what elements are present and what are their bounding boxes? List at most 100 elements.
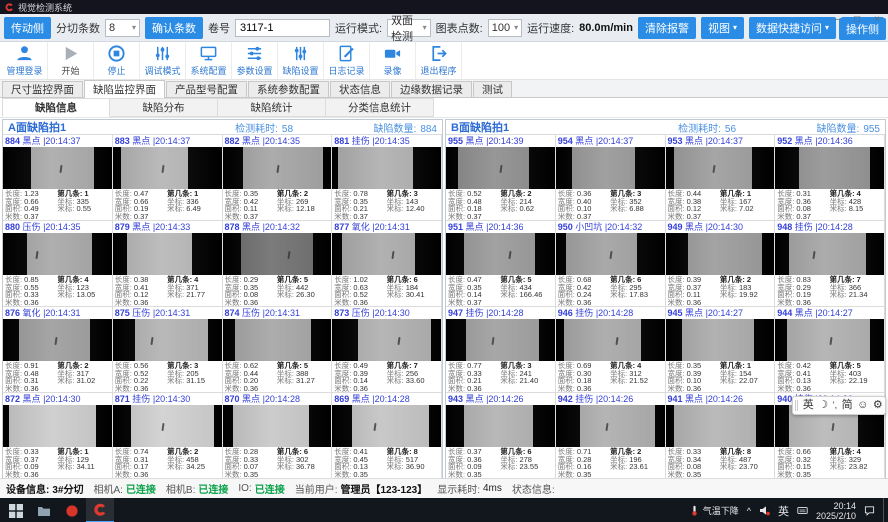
defect-cell[interactable]: 950 小凹坑 |20:14:32长度:0.68宽度:0.42面积:0.24米数… (556, 221, 666, 307)
ime-settings-gear-icon[interactable]: ⚙ (873, 397, 883, 414)
defect-cell[interactable]: 869 黑点 |20:14:28长度:0.41宽度:0.45面积:0.13米数:… (332, 393, 442, 479)
defect-cell[interactable]: 884 黑点 |20:14:37长度:1.23宽度:0.66面积:0.49米数:… (3, 135, 113, 221)
defect-cell[interactable]: 951 黑点 |20:14:36长度:0.47宽度:0.35面积:0.14米数:… (446, 221, 556, 307)
start-button[interactable] (2, 498, 30, 522)
tab-5[interactable]: 边缘数据记录 (391, 81, 472, 97)
defect-cell[interactable]: 877 氧化 |20:14:31长度:1.02宽度:0.63面积:0.52米数:… (332, 221, 442, 307)
defect-cell[interactable]: 873 压伤 |20:14:30长度:0.49宽度:0.39面积:0.14米数:… (332, 307, 442, 393)
minimize-button[interactable]: – (835, 14, 841, 26)
login-action-button[interactable]: 管理登录 (2, 42, 48, 79)
defect-image (556, 319, 665, 361)
defect-cell[interactable]: 954 黑点 |20:14:37长度:0.36宽度:0.40面积:0.10米数:… (556, 135, 666, 221)
strip-count-select[interactable]: 8▾ (105, 19, 140, 37)
defect-cell[interactable]: 945 黑点 |20:14:27长度:0.35宽度:0.39面积:0.10米数:… (666, 307, 776, 393)
panel-b-title: B面缺陷拍1 (451, 119, 509, 135)
defect-settings-action-button[interactable]: 缺陷设置 (278, 42, 324, 79)
run-mode-label: 运行模式: (335, 20, 382, 36)
param-settings-action-button[interactable]: 参数设置 (232, 42, 278, 79)
ime-punctuation-icon[interactable]: ’, (833, 397, 838, 414)
ime-halfwidth-moon-icon[interactable]: ☽ (818, 397, 828, 414)
defect-image (332, 319, 441, 361)
subtab-3[interactable]: 分类信息统计 (326, 98, 434, 117)
run-mode-select[interactable]: 双面检测▾ (387, 19, 431, 37)
ime-mode-english[interactable]: 英 (803, 397, 814, 414)
maximize-button[interactable]: □ (854, 14, 860, 26)
view-menu-button[interactable]: 视图▾ (701, 17, 744, 39)
tab-3[interactable]: 系统参数配置 (248, 81, 329, 97)
confirm-strips-button[interactable]: 确认条数 (145, 17, 203, 39)
defect-id: 955 (448, 136, 463, 146)
defect-cell-header: 879 黑点 |20:14:33 (113, 221, 222, 233)
defect-cell[interactable]: 953 黑点 |20:14:37长度:0.44宽度:0.38面积:0.12米数:… (666, 135, 776, 221)
subtab-0[interactable]: 缺陷信息 (2, 98, 110, 117)
defect-cell-header: 883 黑点 |20:14:37 (113, 135, 222, 147)
defect-cell[interactable]: 949 黑点 |20:14:30长度:0.39宽度:0.37面积:0.11米数:… (666, 221, 776, 307)
subtab-1[interactable]: 缺陷分布 (110, 98, 218, 117)
defect-cell[interactable]: 875 压伤 |20:14:31长度:0.56宽度:0.52面积:0.22米数:… (113, 307, 223, 393)
defect-cell[interactable]: 880 压伤 |20:14:35长度:0.85宽度:0.55面积:0.33米数:… (3, 221, 113, 307)
data-quick-access-button[interactable]: 数据快捷访问▾ (749, 17, 836, 39)
sub-tab-bar: 缺陷信息缺陷分布缺陷统计分类信息统计 (0, 98, 888, 118)
roll-number-input[interactable] (235, 19, 330, 37)
defect-cell[interactable]: 870 黑点 |20:14:28长度:0.28宽度:0.33面积:0.07米数:… (223, 393, 333, 479)
defect-cell[interactable]: 876 氧化 |20:14:31长度:0.91宽度:0.48面积:0.31米数:… (3, 307, 113, 393)
defect-cell[interactable]: 947 挂伤 |20:14:28长度:0.77宽度:0.33面积:0.21米数:… (446, 307, 556, 393)
defect-type: 黑点 (23, 136, 41, 146)
volume-muted-icon[interactable] (759, 505, 770, 516)
close-button[interactable]: × (874, 14, 880, 26)
defect-cell[interactable]: 952 黑点 |20:14:36长度:0.31宽度:0.36面积:0.08米数:… (775, 135, 885, 221)
defect-id: 880 (5, 222, 20, 232)
chart-points-select[interactable]: 100▾ (488, 19, 522, 37)
clock[interactable]: 20:14 2025/2/10 (816, 501, 856, 521)
show-desktop-button[interactable] (883, 498, 886, 522)
exit-action-button[interactable]: 退出程序 (416, 42, 462, 79)
subtab-2[interactable]: 缺陷统计 (218, 98, 326, 117)
defect-cell[interactable]: 942 挂伤 |20:14:26长度:0.71宽度:0.28面积:0.16米数:… (556, 393, 666, 479)
ime-drag-handle[interactable] (795, 400, 798, 411)
taskbar-app-icon[interactable] (30, 498, 58, 522)
defect-time: |20:14:26 (706, 394, 743, 404)
defect-cell[interactable]: 872 黑点 |20:14:30长度:0.33宽度:0.37面积:0.09米数:… (3, 393, 113, 479)
defect-cell[interactable]: 881 挂伤 |20:14:35长度:0.78宽度:0.35面积:0.21米数:… (332, 135, 442, 221)
defect-meta: 长度:0.29宽度:0.35面积:0.08米数:0.36第几条:5坐标:442米… (223, 275, 332, 306)
defect-cell[interactable]: 883 黑点 |20:14:37长度:0.47宽度:0.66面积:0.19米数:… (113, 135, 223, 221)
tab-6[interactable]: 测试 (473, 81, 512, 97)
video-record-action-button[interactable]: 录像 (370, 42, 416, 79)
taskbar-active-app-icon[interactable] (86, 498, 114, 522)
defect-cell[interactable]: 941 黑点 |20:14:26长度:0.33宽度:0.34面积:0.08米数:… (666, 393, 776, 479)
log-record-action-button[interactable]: 日志记录 (324, 42, 370, 79)
title-bar: 视觉检测系统 (0, 0, 888, 14)
defect-id: 869 (334, 394, 349, 404)
taskbar-app-icon[interactable] (58, 498, 86, 522)
ime-emoji-icon[interactable]: ☺ (857, 397, 868, 414)
ime-language-indicator[interactable]: 英 (778, 503, 789, 519)
defect-cell[interactable]: 878 黑点 |20:14:32长度:0.29宽度:0.35面积:0.08米数:… (223, 221, 333, 307)
tab-4[interactable]: 状态信息 (330, 81, 390, 97)
defect-meta: 长度:1.02宽度:0.63面积:0.52米数:0.36第几条:6坐标:184米… (332, 275, 441, 306)
notification-center-icon[interactable] (864, 505, 875, 516)
defect-cell[interactable]: 879 黑点 |20:14:33长度:0.38宽度:0.41面积:0.12米数:… (113, 221, 223, 307)
defect-cell[interactable]: 943 黑点 |20:14:26长度:0.37宽度:0.36面积:0.09米数:… (446, 393, 556, 479)
system-config-action-button[interactable]: 系统配置 (186, 42, 232, 79)
tray-expand-chevron[interactable]: ^ (747, 506, 751, 516)
weather-tray-item[interactable]: 气温下降 (689, 504, 739, 517)
defect-cell[interactable]: 874 压伤 |20:14:31长度:0.62宽度:0.44面积:0.20米数:… (223, 307, 333, 393)
defect-cell[interactable]: 955 黑点 |20:14:39长度:0.52宽度:0.48面积:0.18米数:… (446, 135, 556, 221)
tab-2[interactable]: 产品型号配置 (166, 81, 247, 97)
debug-mode-action-button[interactable]: 调试模式 (140, 42, 186, 79)
keyboard-icon[interactable] (797, 505, 808, 516)
tab-0[interactable]: 尺寸监控界面 (2, 81, 83, 97)
drive-side-button[interactable]: 传动侧 (4, 17, 51, 39)
ime-simplified-toggle[interactable]: 简 (842, 397, 853, 414)
defect-cell[interactable]: 944 黑点 |20:14:27长度:0.42宽度:0.41面积:0.13米数:… (775, 307, 885, 393)
defect-cell[interactable]: 948 挂伤 |20:14:28长度:0.83宽度:0.29面积:0.19米数:… (775, 221, 885, 307)
tab-1[interactable]: 缺陷监控界面 (84, 80, 165, 98)
defect-meta: 长度:0.49宽度:0.39面积:0.14米数:0.36第几条:7坐标:256米… (332, 361, 441, 392)
defect-cell[interactable]: 882 黑点 |20:14:35长度:0.35宽度:0.42面积:0.11米数:… (223, 135, 333, 221)
defect-time: |20:14:28 (486, 308, 523, 318)
stop-action-button[interactable]: 停止 (94, 42, 140, 79)
defect-cell[interactable]: 871 挂伤 |20:14:30长度:0.74宽度:0.31面积:0.17米数:… (113, 393, 223, 479)
defect-cell[interactable]: 946 挂伤 |20:14:28长度:0.69宽度:0.30面积:0.18米数:… (556, 307, 666, 393)
clear-alarm-button[interactable]: 清除报警 (638, 17, 696, 39)
start-action-button[interactable]: 开始 (48, 42, 94, 79)
